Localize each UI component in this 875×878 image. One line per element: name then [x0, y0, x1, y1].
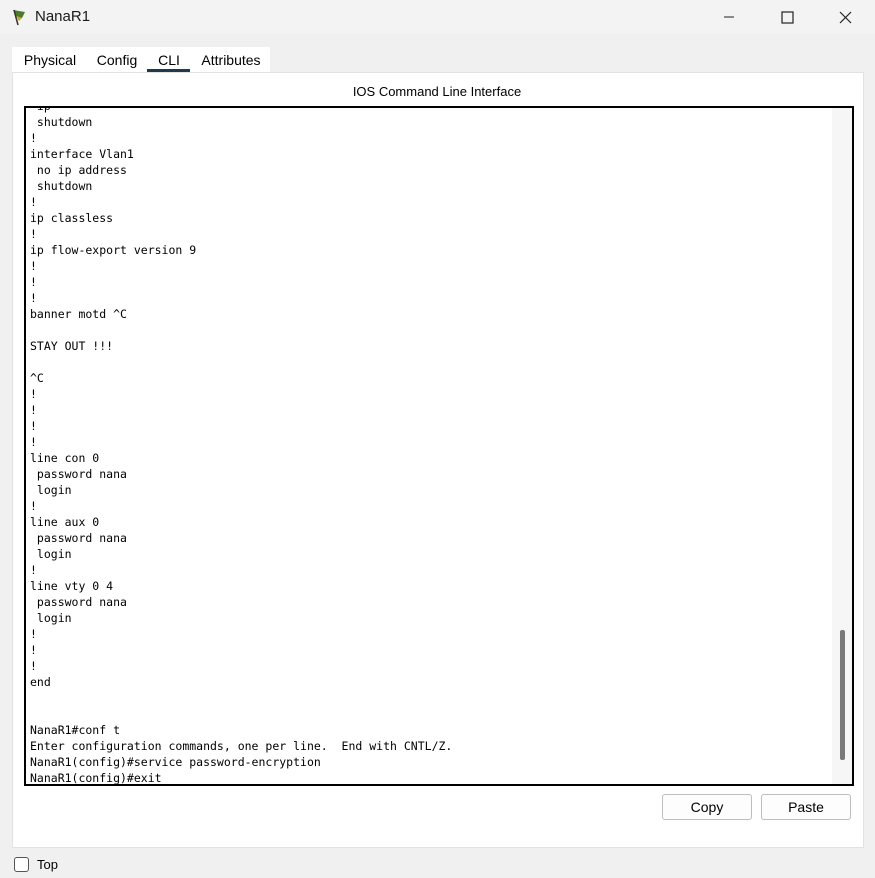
- top-label: Top: [37, 856, 58, 872]
- title-bar: NanaR1: [0, 0, 875, 34]
- tab-attributes[interactable]: Attributes: [192, 47, 270, 73]
- maximize-icon: [780, 10, 794, 24]
- minimize-icon: [724, 16, 734, 18]
- maximize-button[interactable]: [758, 0, 816, 34]
- top-option: Top: [14, 855, 58, 873]
- router-app-icon: [13, 9, 25, 26]
- window-title: NanaR1: [35, 8, 91, 25]
- vertical-scrollbar[interactable]: [832, 108, 852, 784]
- terminal-output[interactable]: ip shutdown ! interface Vlan1 no ip addr…: [30, 108, 830, 784]
- tab-config[interactable]: Config: [88, 47, 146, 73]
- top-checkbox[interactable]: [14, 856, 29, 872]
- close-button[interactable]: [816, 0, 874, 34]
- cli-title: IOS Command Line Interface: [352, 84, 522, 99]
- scrollbar-thumb[interactable]: [840, 630, 845, 760]
- cli-terminal[interactable]: ip shutdown ! interface Vlan1 no ip addr…: [24, 106, 854, 786]
- minimize-button[interactable]: [700, 0, 758, 34]
- paste-button[interactable]: Paste: [761, 794, 851, 820]
- tab-physical[interactable]: Physical: [12, 47, 88, 73]
- close-icon: [839, 11, 851, 23]
- copy-button[interactable]: Copy: [662, 794, 752, 820]
